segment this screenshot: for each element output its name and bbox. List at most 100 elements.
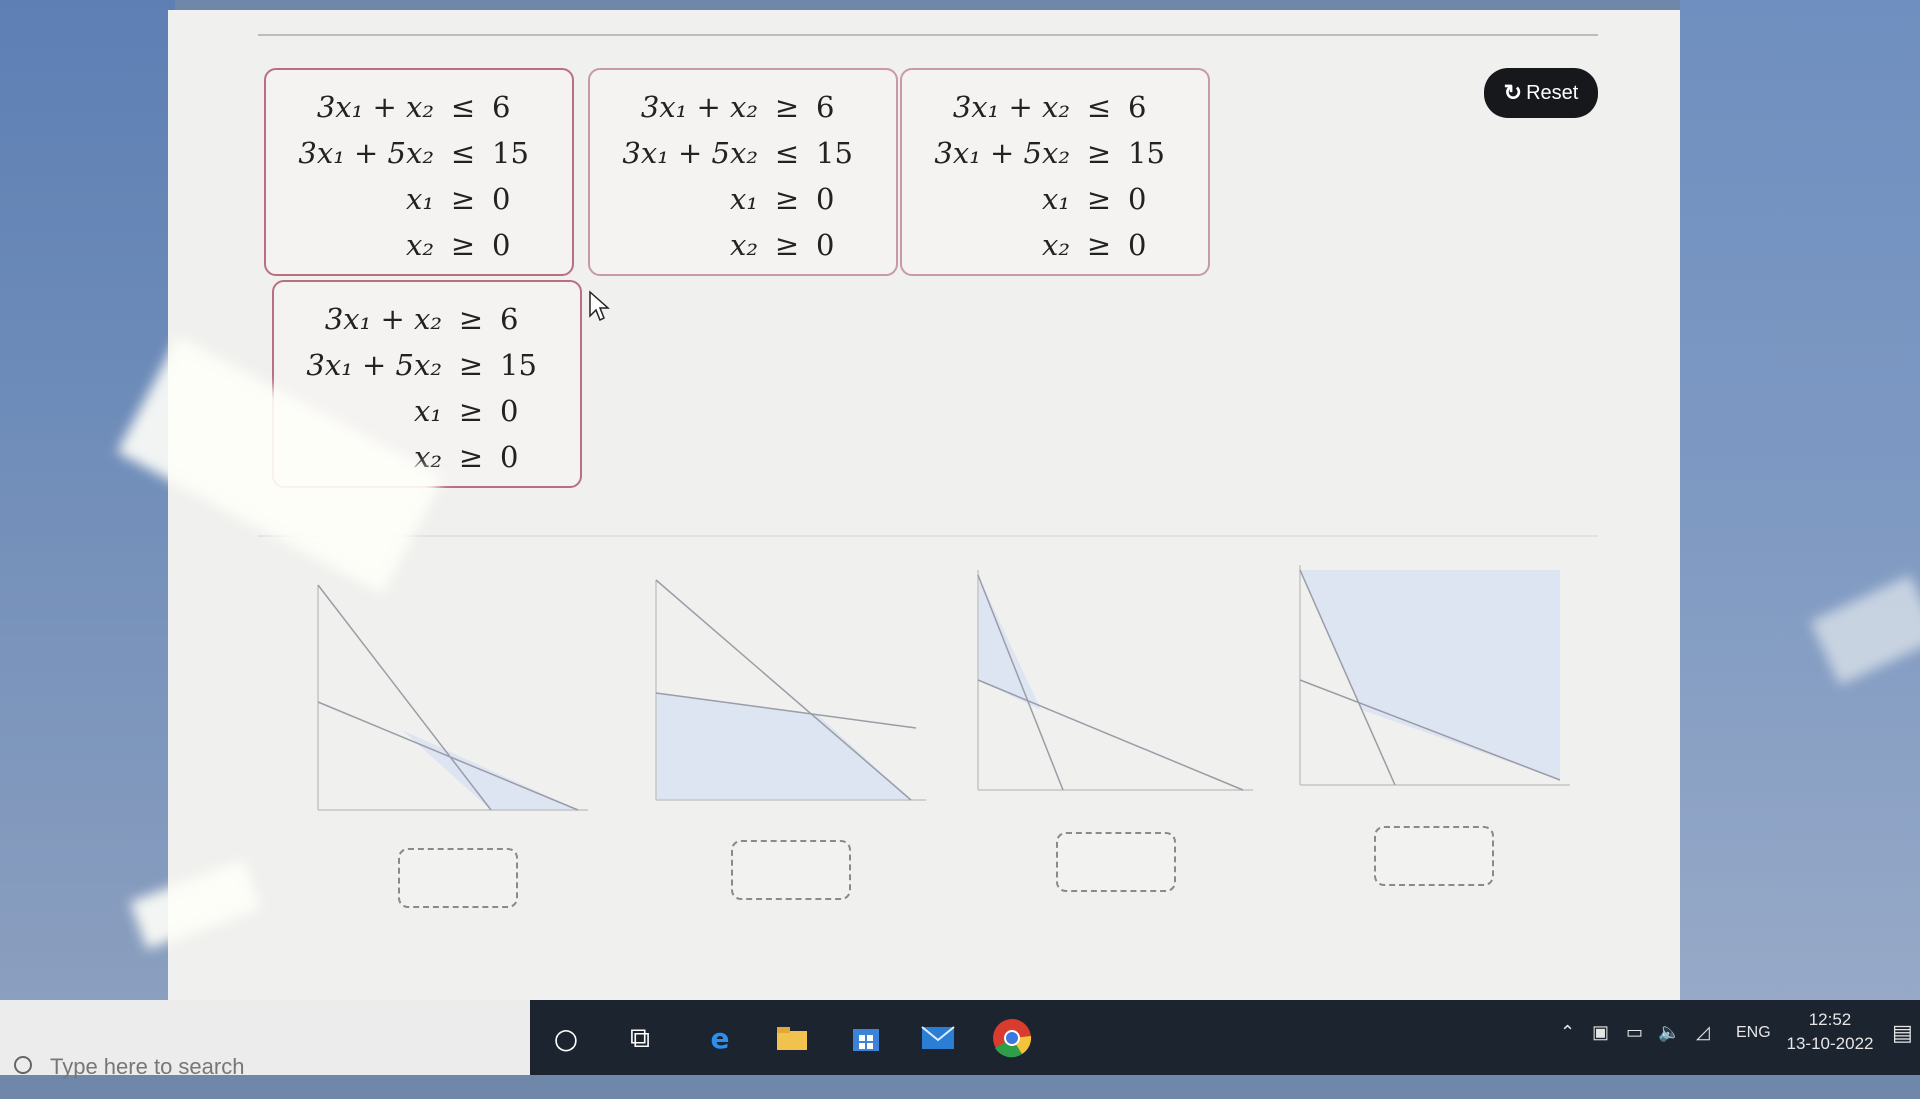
relation: ≥ xyxy=(458,440,484,474)
lhs: x₁ xyxy=(1042,182,1070,216)
mouse-cursor-icon xyxy=(589,290,610,322)
notification-icon[interactable]: ▤ xyxy=(1892,1020,1913,1095)
reset-button[interactable]: ↻ Reset xyxy=(1484,68,1598,118)
rhs: 0 xyxy=(1128,228,1147,262)
lhs: x₂ xyxy=(730,228,758,262)
inequality-row: x₁ ≥0 xyxy=(590,176,896,222)
relation: ≥ xyxy=(450,182,476,216)
constraint-line-2 xyxy=(317,701,579,811)
relation: ≤ xyxy=(774,136,800,170)
clock-time: 12:52 xyxy=(1808,1010,1852,1029)
wifi-icon[interactable]: ◿ xyxy=(1696,1022,1710,1097)
taskbar-clock[interactable]: 12:52 13-10-2022 xyxy=(1780,1000,1880,1054)
section-divider xyxy=(258,535,1598,537)
windows-taskbar: Type here to search ○ ⧉ e ⌃ ▣ ▭ 🔈 ◿ ENG … xyxy=(0,1000,1920,1079)
inequality-card-1[interactable]: 3x₁ + x₂ ≤6 3x₁ + 5x₂ ≤15 x₁ ≥0 x₂ ≥0 xyxy=(264,68,574,276)
network-status-icon[interactable]: ▣ xyxy=(1592,1022,1609,1097)
battery-icon[interactable]: ▭ xyxy=(1626,1022,1643,1097)
feasible-region xyxy=(656,693,911,800)
feasible-region xyxy=(402,730,578,810)
inequality-card-2[interactable]: 3x₁ + x₂ ≥6 3x₁ + 5x₂ ≤15 x₁ ≥0 x₂ ≥0 xyxy=(588,68,898,276)
lhs: 3x₁ + 5x₂ xyxy=(298,136,434,170)
lhs: x₂ xyxy=(1042,228,1070,262)
graph-option-4[interactable] xyxy=(1290,555,1580,795)
relation: ≥ xyxy=(458,348,484,382)
lhs: 3x₁ + x₂ xyxy=(952,90,1070,124)
relation: ≤ xyxy=(1086,90,1112,124)
feasible-region xyxy=(1300,570,1560,780)
desktop-background-right xyxy=(1680,0,1920,1000)
constraint-line-2 xyxy=(977,679,1244,791)
rhs: 0 xyxy=(492,182,511,216)
inequality-row: 3x₁ + 5x₂ ≤15 xyxy=(590,130,896,176)
graph-option-3[interactable] xyxy=(968,560,1258,800)
rhs: 6 xyxy=(816,90,835,124)
rhs: 0 xyxy=(816,228,835,262)
rhs: 0 xyxy=(500,440,519,474)
constraint-line-1 xyxy=(317,584,492,811)
drop-target-2[interactable] xyxy=(731,840,851,900)
file-explorer-icon[interactable] xyxy=(772,1018,812,1058)
feasible-region xyxy=(978,575,1041,710)
inequality-row: x₂ ≥0 xyxy=(902,222,1208,268)
rhs: 0 xyxy=(492,228,511,262)
relation: ≥ xyxy=(1086,136,1112,170)
rhs: 6 xyxy=(500,302,519,336)
rhs: 6 xyxy=(492,90,511,124)
relation: ≥ xyxy=(1086,228,1112,262)
inequality-system: 3x₁ + x₂ ≤6 3x₁ + 5x₂ ≤15 x₁ ≥0 x₂ ≥0 xyxy=(266,84,572,268)
taskbar-search-box[interactable]: Type here to search xyxy=(0,1000,530,1079)
rhs: 15 xyxy=(816,136,853,170)
inequality-row: 3x₁ + x₂ ≤6 xyxy=(902,84,1208,130)
inequality-row: 3x₁ + x₂ ≤6 xyxy=(266,84,572,130)
rhs: 6 xyxy=(1128,90,1147,124)
desktop-background-left xyxy=(0,0,175,1000)
rhs: 0 xyxy=(500,394,519,428)
graph-option-1[interactable] xyxy=(308,570,598,820)
inequality-row: 3x₁ + x₂ ≥6 xyxy=(590,84,896,130)
relation: ≥ xyxy=(774,228,800,262)
lhs: 3x₁ + 5x₂ xyxy=(306,348,442,382)
lhs: x₁ xyxy=(406,182,434,216)
search-placeholder: Type here to search xyxy=(50,1054,245,1079)
language-indicator[interactable]: ENG xyxy=(1736,1024,1771,1099)
graph-option-2[interactable] xyxy=(646,565,936,815)
search-icon xyxy=(14,1056,32,1074)
chrome-browser-icon[interactable] xyxy=(990,1016,1034,1060)
relation: ≥ xyxy=(458,394,484,428)
edge-browser-icon[interactable]: e xyxy=(700,1018,740,1058)
inequality-row: x₁ ≥0 xyxy=(266,176,572,222)
reset-icon: ↻ xyxy=(1503,80,1523,105)
lhs: x₁ xyxy=(730,182,758,216)
relation: ≤ xyxy=(450,90,476,124)
inequality-system: 3x₁ + x₂ ≥6 3x₁ + 5x₂ ≤15 x₁ ≥0 x₂ ≥0 xyxy=(590,84,896,268)
lhs: 3x₁ + 5x₂ xyxy=(622,136,758,170)
inequality-card-3[interactable]: 3x₁ + x₂ ≤6 3x₁ + 5x₂ ≥15 x₁ ≥0 x₂ ≥0 xyxy=(900,68,1210,276)
inequality-row: x₂ ≥0 xyxy=(590,222,896,268)
volume-muted-icon[interactable]: 🔈 xyxy=(1658,1022,1680,1097)
lhs: 3x₁ + 5x₂ xyxy=(934,136,1070,170)
mail-icon[interactable] xyxy=(918,1018,958,1058)
inequality-row: x₂ ≥0 xyxy=(266,222,572,268)
store-icon[interactable] xyxy=(846,1018,886,1058)
relation: ≥ xyxy=(450,228,476,262)
rhs: 15 xyxy=(492,136,529,170)
inequality-row: 3x₁ + x₂ ≥6 xyxy=(274,296,580,342)
task-view-icon[interactable]: ⧉ xyxy=(620,1018,660,1058)
show-hidden-icons-icon[interactable]: ⌃ xyxy=(1560,1022,1575,1097)
cortana-icon[interactable]: ○ xyxy=(546,1018,586,1058)
rhs: 0 xyxy=(1128,182,1147,216)
inequality-system: 3x₁ + x₂ ≤6 3x₁ + 5x₂ ≥15 x₁ ≥0 x₂ ≥0 xyxy=(902,84,1208,268)
inequality-row: 3x₁ + 5x₂ ≥15 xyxy=(274,342,580,388)
relation: ≥ xyxy=(458,302,484,336)
drop-target-1[interactable] xyxy=(398,848,518,908)
reset-label: Reset xyxy=(1526,81,1579,104)
rhs: 0 xyxy=(816,182,835,216)
drop-target-4[interactable] xyxy=(1374,826,1494,886)
rhs: 15 xyxy=(1128,136,1165,170)
inequality-row: x₁ ≥0 xyxy=(902,176,1208,222)
clock-date: 13-10-2022 xyxy=(1786,1034,1874,1053)
inequality-row: 3x₁ + 5x₂ ≥15 xyxy=(902,130,1208,176)
relation: ≥ xyxy=(774,90,800,124)
drop-target-3[interactable] xyxy=(1056,832,1176,892)
